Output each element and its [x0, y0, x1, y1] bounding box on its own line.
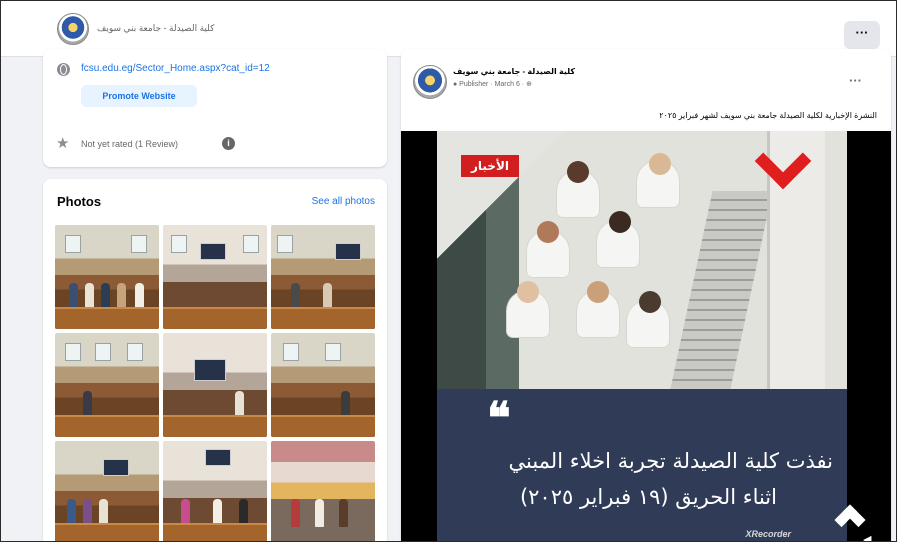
news-tag: الأخبار	[461, 155, 519, 177]
photo-thumbnail[interactable]	[163, 441, 267, 541]
post-card: كلية الصيدلة - جامعة بني سويف ● Publishe…	[401, 49, 891, 541]
website-link[interactable]: fcsu.edu.eg/Sector_Home.aspx?cat_id=12	[81, 63, 270, 74]
photo-thumbnail[interactable]	[271, 225, 375, 329]
arrow-icon	[834, 504, 866, 536]
banner-headline-line1: نفذت كلية الصيدلة تجربة اخلاء المبني	[508, 449, 833, 473]
page-name[interactable]: كلية الصيدلة - جامعة بني سويف	[97, 23, 214, 34]
quote-icon: ❝	[487, 393, 511, 444]
photo-thumbnail[interactable]	[55, 225, 159, 329]
intro-card: fcsu.edu.eg/Sector_Home.aspx?cat_id=12 P…	[43, 49, 387, 167]
banner-headline-line2: اثناء الحريق (١٩ فبراير ٢٠٢٥)	[519, 485, 777, 509]
video-banner: ❝ نفذت كلية الصيدلة تجربة اخلاء المبني ا…	[437, 389, 866, 541]
photo-thumbnail[interactable]	[271, 333, 375, 437]
post-caption: النشرة الإخبارية لكلية الصيدلة جامعة بني…	[659, 111, 877, 120]
screen: كلية الصيدلة - جامعة بني سويف ··· fcsu.e…	[0, 0, 897, 542]
photo-thumbnail[interactable]	[163, 225, 267, 329]
photos-card: Photos See all photos	[43, 179, 387, 541]
recorder-watermark: XRecorder	[745, 529, 791, 539]
photo-thumbnail[interactable]	[55, 441, 159, 541]
post-author-avatar[interactable]	[413, 65, 447, 99]
see-all-photos-link[interactable]: See all photos	[312, 196, 375, 207]
post-options-button[interactable]: ···	[849, 73, 862, 88]
post-author-name[interactable]: كلية الصيدلة - جامعة بني سويف	[453, 67, 575, 76]
more-options-button[interactable]: ···	[844, 21, 880, 49]
photo-thumbnail[interactable]	[271, 441, 375, 541]
volume-icon[interactable]: ◀	[863, 533, 871, 541]
photo-thumbnail[interactable]	[163, 333, 267, 437]
photos-title: Photos	[57, 194, 102, 209]
page-logo[interactable]	[57, 13, 89, 45]
info-icon[interactable]: i	[222, 137, 235, 150]
post-video[interactable]: الأخبار ❝ نفذت كلية الصيدلة تجربة اخلاء …	[401, 131, 891, 541]
globe-icon	[57, 63, 70, 76]
post-meta[interactable]: ● Publisher · March 6 · ⊕	[453, 80, 532, 88]
promote-website-button[interactable]: Promote Website	[81, 85, 197, 107]
star-icon: ★	[56, 135, 70, 152]
photo-thumbnail[interactable]	[55, 333, 159, 437]
rating-text: Not yet rated (1 Review)	[81, 139, 179, 149]
photo-grid	[55, 225, 375, 541]
